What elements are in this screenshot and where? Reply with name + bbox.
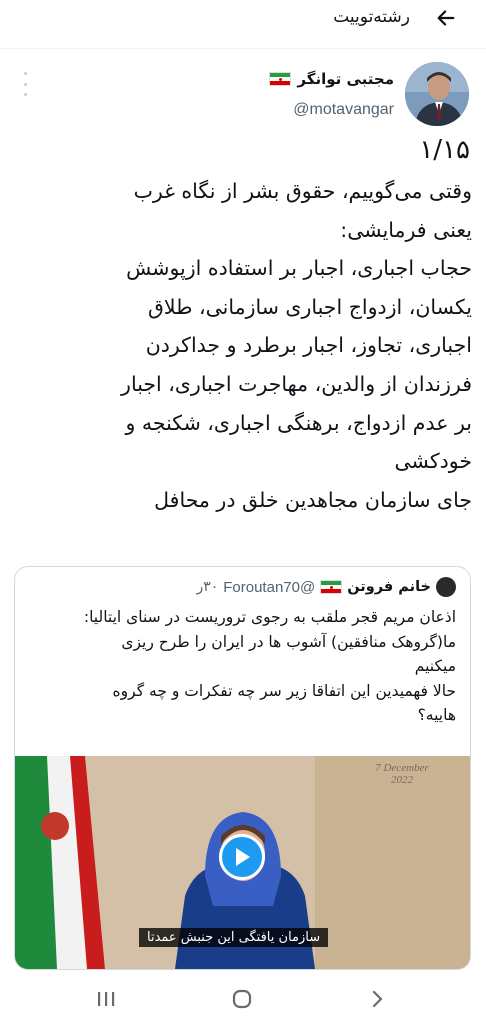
home-button[interactable] bbox=[222, 983, 262, 1015]
play-button[interactable] bbox=[219, 834, 265, 880]
video-caption: سازمان یافتگی این جنبش عمدتا bbox=[139, 928, 329, 947]
header-divider bbox=[0, 48, 486, 49]
back-button[interactable] bbox=[432, 4, 460, 32]
recents-icon bbox=[98, 992, 115, 1006]
quoted-display-name: خانم فروتن bbox=[347, 579, 431, 595]
recents-button[interactable] bbox=[86, 983, 126, 1015]
video-thumbnail[interactable]: 7 December 2022 سازمان یافتگی این جنبش ع… bbox=[15, 756, 470, 969]
quoted-tweet-header: خانم فروتن @Foroutan70 ۳۰ر bbox=[196, 577, 456, 597]
home-icon bbox=[232, 989, 252, 1009]
tweet-text: وقتی می‌گوییم، حقوق بشر از نگاه غرب یعنی… bbox=[121, 179, 472, 512]
arrow-left-icon bbox=[437, 10, 455, 26]
display-name-text: مجتبی توانگر bbox=[297, 70, 394, 88]
top-bar: رشته‌توییت bbox=[0, 0, 486, 36]
system-nav-bar bbox=[0, 975, 486, 1023]
page-title: رشته‌توییت bbox=[333, 7, 410, 27]
display-name[interactable]: مجتبی توانگر bbox=[269, 70, 394, 88]
quoted-tweet[interactable]: خانم فروتن @Foroutan70 ۳۰ر اذعان مریم قج… bbox=[14, 566, 471, 970]
iran-flag-icon bbox=[320, 580, 343, 594]
user-handle[interactable]: @motavangar bbox=[293, 101, 394, 119]
quoted-handle: @Foroutan70 bbox=[223, 578, 316, 596]
video-date-stamp: 7 December 2022 bbox=[375, 762, 429, 786]
thread-counter: ۱/۱۵ bbox=[419, 135, 470, 165]
iran-flag-icon bbox=[269, 72, 292, 86]
quoted-tweet-text: اذعان مریم قجر ملقب به رجوی تروریست در س… bbox=[83, 608, 456, 724]
quoted-avatar bbox=[436, 577, 456, 597]
play-icon bbox=[236, 848, 250, 866]
quoted-timestamp: ۳۰ر bbox=[196, 579, 219, 595]
avatar[interactable] bbox=[405, 62, 469, 126]
avatar-image bbox=[405, 62, 469, 126]
more-options-icon[interactable] bbox=[16, 72, 34, 96]
chevron-right-icon bbox=[372, 990, 383, 1008]
nav-back-button[interactable] bbox=[358, 983, 398, 1015]
